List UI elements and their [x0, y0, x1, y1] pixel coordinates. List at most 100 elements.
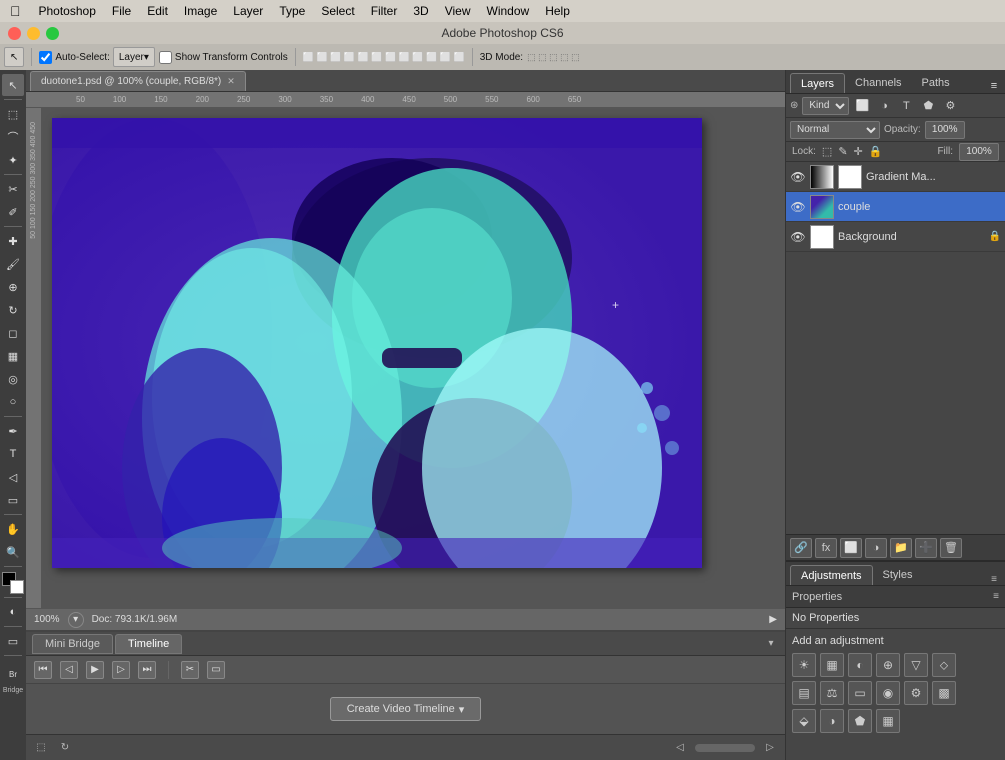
- transport-next[interactable]: ▷: [112, 661, 130, 679]
- layer-kind-dropdown[interactable]: Kind: [802, 97, 849, 115]
- menu-image[interactable]: Image: [176, 4, 225, 18]
- photo-filter-icon[interactable]: ▭: [848, 681, 872, 705]
- menu-select[interactable]: Select: [313, 4, 362, 18]
- panel-collapse-button[interactable]: ▾: [763, 636, 779, 652]
- hue-saturation-icon[interactable]: ⬦: [932, 653, 956, 677]
- layer-item[interactable]: 👁 Gradient Ma...: [786, 162, 1005, 192]
- transition-button[interactable]: ▭: [207, 661, 225, 679]
- tool-screen-mode[interactable]: ▭: [2, 630, 24, 652]
- levels-icon[interactable]: ▦: [820, 653, 844, 677]
- opacity-input[interactable]: [925, 121, 965, 139]
- strip-scroll-left[interactable]: ◁: [671, 739, 689, 757]
- tool-marquee[interactable]: ⬚: [2, 103, 24, 125]
- auto-select-checkbox[interactable]: [39, 51, 52, 64]
- zoom-menu-button[interactable]: ▾: [68, 612, 84, 628]
- expand-canvas-button[interactable]: ▶: [769, 614, 777, 625]
- tab-mini-bridge[interactable]: Mini Bridge: [32, 634, 113, 654]
- strip-btn-2[interactable]: ↻: [56, 739, 74, 757]
- tool-type[interactable]: T: [2, 443, 24, 465]
- menu-view[interactable]: View: [437, 4, 479, 18]
- maximize-button[interactable]: [46, 27, 59, 40]
- tool-history[interactable]: ↻: [2, 299, 24, 321]
- blend-mode-dropdown[interactable]: Normal: [790, 121, 880, 139]
- curves-icon[interactable]: ◐: [848, 653, 872, 677]
- tool-healing[interactable]: ✚: [2, 230, 24, 252]
- auto-select-dropdown[interactable]: Layer ▾: [113, 47, 155, 67]
- menu-type[interactable]: Type: [271, 4, 313, 18]
- selective-color-icon[interactable]: ⬟: [848, 709, 872, 733]
- tool-eraser[interactable]: ◻: [2, 322, 24, 344]
- tool-brush[interactable]: 🖌: [2, 253, 24, 275]
- menu-3d[interactable]: 3D: [405, 4, 436, 18]
- show-transform-checkbox[interactable]: [159, 51, 172, 64]
- cut-button[interactable]: ✂: [181, 661, 199, 679]
- lock-paint-icon[interactable]: ✎: [838, 145, 847, 158]
- gradient-map-icon[interactable]: ▦: [876, 709, 900, 733]
- layer-effects-button[interactable]: fx: [815, 538, 837, 558]
- tool-blur[interactable]: ◎: [2, 368, 24, 390]
- tool-crop[interactable]: ✂: [2, 178, 24, 200]
- tool-hand[interactable]: ✋: [2, 518, 24, 540]
- tool-move[interactable]: ↖: [2, 74, 24, 96]
- fill-input[interactable]: [959, 143, 999, 161]
- layer-visibility-toggle[interactable]: 👁: [790, 169, 806, 185]
- transport-prev[interactable]: ◁: [60, 661, 78, 679]
- tool-eyedropper[interactable]: ✐: [2, 201, 24, 223]
- layer-item[interactable]: 👁 couple: [786, 192, 1005, 222]
- panel-menu-icon[interactable]: ≡: [987, 79, 1001, 93]
- timeline-scrollbar[interactable]: [695, 744, 755, 752]
- posterize-icon[interactable]: ⬙: [792, 709, 816, 733]
- tool-dodge[interactable]: ○: [2, 391, 24, 413]
- color-balance-icon[interactable]: ▤: [792, 681, 816, 705]
- transport-last[interactable]: ⏭: [138, 661, 156, 679]
- move-tool-options[interactable]: ↖: [4, 47, 24, 67]
- brightness-contrast-icon[interactable]: ☀: [792, 653, 816, 677]
- strip-btn-1[interactable]: ⬚: [32, 739, 50, 757]
- new-adjustment-button[interactable]: ◑: [865, 538, 887, 558]
- tab-adjustments[interactable]: Adjustments: [790, 565, 873, 585]
- tool-shape[interactable]: ▭: [2, 489, 24, 511]
- menu-layer[interactable]: Layer: [225, 4, 271, 18]
- new-group-button[interactable]: 📁: [890, 538, 912, 558]
- tab-paths[interactable]: Paths: [912, 73, 960, 93]
- new-layer-button[interactable]: ➕: [915, 538, 937, 558]
- threshold-icon[interactable]: ◑: [820, 709, 844, 733]
- invert-icon[interactable]: ▩: [932, 681, 956, 705]
- layer-item[interactable]: 👁 Background 🔒: [786, 222, 1005, 252]
- minimize-button[interactable]: [27, 27, 40, 40]
- menu-photoshop[interactable]: Photoshop: [31, 4, 104, 18]
- menu-file[interactable]: File: [104, 4, 139, 18]
- bridge-button[interactable]: Br: [2, 663, 24, 685]
- menu-help[interactable]: Help: [537, 4, 578, 18]
- panel-options-icon[interactable]: ≡: [987, 574, 1001, 585]
- menu-filter[interactable]: Filter: [363, 4, 406, 18]
- strip-scroll-right[interactable]: ▷: [761, 739, 779, 757]
- properties-options-icon[interactable]: ≡: [993, 591, 999, 602]
- type-filter-icon[interactable]: T: [897, 97, 915, 115]
- layer-visibility-toggle[interactable]: 👁: [790, 229, 806, 245]
- lock-move-icon[interactable]: ✛: [854, 145, 863, 158]
- shape-filter-icon[interactable]: ⬟: [919, 97, 937, 115]
- color-lookup-icon[interactable]: ⚙: [904, 681, 928, 705]
- tab-styles[interactable]: Styles: [873, 565, 923, 585]
- adjustment-filter-icon[interactable]: ◑: [875, 97, 893, 115]
- lock-pixels-icon[interactable]: ⬚: [822, 145, 832, 158]
- tab-timeline[interactable]: Timeline: [115, 634, 182, 654]
- tool-zoom[interactable]: 🔍: [2, 541, 24, 563]
- layer-visibility-toggle[interactable]: 👁: [790, 199, 806, 215]
- lock-all-icon[interactable]: 🔒: [869, 145, 883, 158]
- canvas-document[interactable]: +: [42, 108, 785, 608]
- properties-tab-label[interactable]: Properties: [792, 591, 842, 603]
- transport-play[interactable]: ▶: [86, 661, 104, 679]
- menu-window[interactable]: Window: [479, 4, 538, 18]
- vibrance-icon[interactable]: ▽: [904, 653, 928, 677]
- menu-edit[interactable]: Edit: [139, 4, 176, 18]
- apple-menu[interactable]: : [0, 3, 31, 19]
- close-button[interactable]: [8, 27, 21, 40]
- tab-layers[interactable]: Layers: [790, 73, 845, 93]
- channel-mixer-icon[interactable]: ◉: [876, 681, 900, 705]
- tool-path[interactable]: ◁: [2, 466, 24, 488]
- black-white-icon[interactable]: ⚖: [820, 681, 844, 705]
- canvas-tab[interactable]: duotone1.psd @ 100% (couple, RGB/8*) ✕: [30, 71, 246, 91]
- add-mask-button[interactable]: ⬜: [840, 538, 862, 558]
